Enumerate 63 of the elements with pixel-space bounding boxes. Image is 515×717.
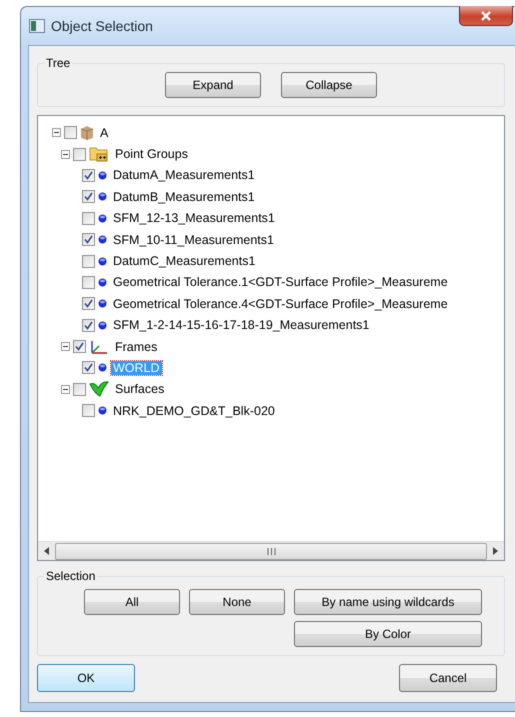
tree-checkbox[interactable] <box>82 318 95 332</box>
tree-item[interactable]: DatumB_Measurements1 <box>111 190 257 204</box>
collapse-toggle[interactable] <box>52 128 60 138</box>
tree-checkbox[interactable] <box>82 276 95 289</box>
horizontal-scrollbar[interactable] <box>38 541 504 560</box>
window-title: Object Selection <box>51 18 153 34</box>
point-icon <box>98 278 107 287</box>
tree-checkbox[interactable] <box>73 382 86 396</box>
selection-button[interactable]: By Color <box>294 621 482 647</box>
tree-checkbox[interactable] <box>82 233 95 246</box>
box-icon <box>80 124 94 141</box>
grip-icon <box>266 548 276 554</box>
tree-checkbox[interactable] <box>73 340 86 354</box>
tree-checkbox[interactable] <box>82 361 95 374</box>
tree-item[interactable]: DatumA_Measurements1 <box>111 168 257 182</box>
window-icon <box>29 19 45 33</box>
tree-item[interactable]: A <box>98 126 110 140</box>
point-icon <box>98 363 107 372</box>
close-button[interactable] <box>459 6 513 26</box>
axes-icon <box>89 338 109 355</box>
tree-checkbox[interactable] <box>82 190 95 204</box>
point-icon <box>98 214 107 223</box>
tree-item[interactable]: SFM_1-2-14-15-16-17-18-19_Measurements1 <box>111 318 372 332</box>
point-icon <box>98 192 107 202</box>
left-arrow-icon[interactable] <box>44 547 49 555</box>
right-arrow-icon[interactable] <box>493 547 498 555</box>
point-icon <box>98 170 107 180</box>
point-icon <box>98 256 107 266</box>
collapse-toggle[interactable] <box>60 342 70 352</box>
point-icon <box>98 235 107 244</box>
dialog-button[interactable]: OK <box>37 664 135 692</box>
folder-icon <box>89 146 109 162</box>
group-title: Selection <box>45 569 96 583</box>
dialog-button[interactable]: Cancel <box>399 664 497 692</box>
tree-item[interactable]: Geometrical Tolerance.1<GDT-Surface Profile>_Measureme <box>111 275 450 290</box>
tree-item[interactable]: Point Groups <box>113 147 190 162</box>
tree-button[interactable]: Expand <box>165 72 261 98</box>
close-icon <box>480 10 492 20</box>
tree-item[interactable]: Surfaces <box>113 382 166 396</box>
tree-item[interactable]: SFM_12-13_Measurements1 <box>111 211 277 226</box>
point-icon <box>98 320 107 330</box>
tree-checkbox[interactable] <box>64 126 77 140</box>
point-icon <box>98 406 107 416</box>
selection-button[interactable]: None <box>189 589 285 615</box>
tree-item[interactable]: NRK_DEMO_GD&T_Blk-020 <box>111 404 277 418</box>
tree-checkbox[interactable] <box>82 297 95 310</box>
point-icon <box>98 299 107 308</box>
selection-button[interactable]: All <box>84 589 180 615</box>
tree-item[interactable]: Frames <box>113 340 160 354</box>
tree-button[interactable]: Collapse <box>281 72 377 98</box>
tree-checkbox[interactable] <box>82 254 95 268</box>
group-title: Tree <box>45 56 72 70</box>
tree-checkbox[interactable] <box>73 148 86 161</box>
tree-item[interactable]: Geometrical Tolerance.4<GDT-Surface Profile>_Measureme <box>111 296 450 311</box>
tree-checkbox[interactable] <box>82 212 95 225</box>
collapse-toggle[interactable] <box>60 150 70 159</box>
tree-item[interactable]: DatumC_Measurements1 <box>111 254 258 268</box>
selection-button[interactable]: By name using wildcards <box>294 589 482 615</box>
surface-icon <box>89 380 109 398</box>
collapse-toggle[interactable] <box>60 384 70 394</box>
tree-item[interactable]: SFM_10-11_Measurements1 <box>111 232 276 247</box>
tree-checkbox[interactable] <box>82 168 95 182</box>
tree-checkbox[interactable] <box>82 404 95 418</box>
